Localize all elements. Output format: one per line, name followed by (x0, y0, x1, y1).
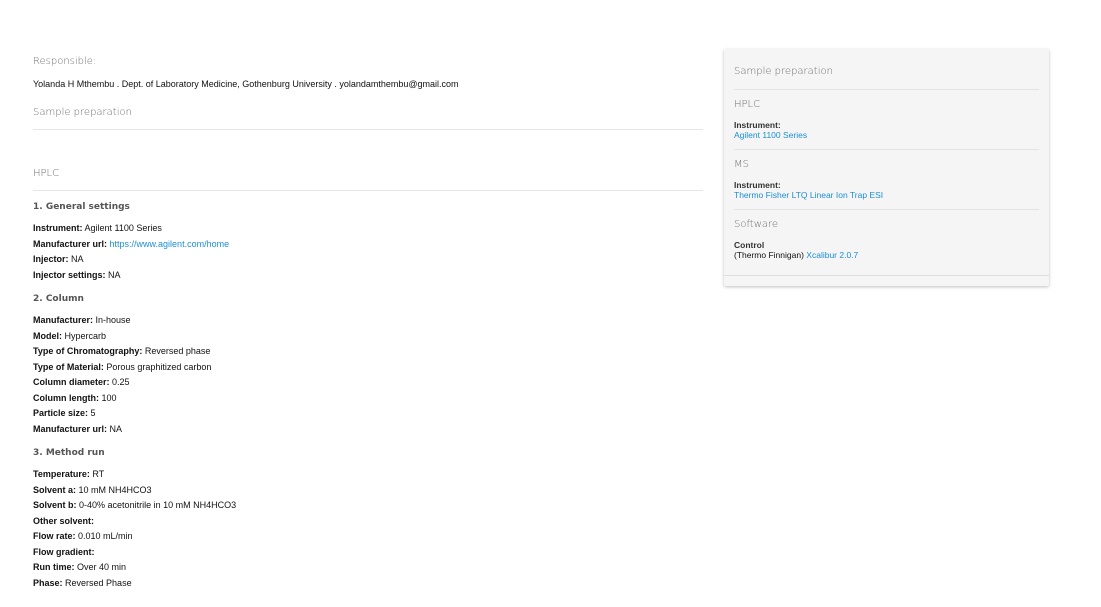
responsible-label: Responsible: (33, 56, 97, 67)
divider (33, 129, 703, 130)
field-label: Solvent a: (33, 484, 77, 495)
general-settings-title: 1. General settings (33, 202, 130, 212)
software-link[interactable]: Xcalibur 2.0.7 (806, 250, 858, 260)
field-label: Temperature: (33, 469, 90, 479)
sidebar-ms-heading: MS (734, 159, 749, 170)
field-label: Other solvent: (33, 515, 95, 526)
sample-preparation-heading: Sample preparation (33, 107, 132, 118)
field-particle-size: Particle size: 5 (33, 406, 703, 422)
responsible-text: Yolanda H Mthembu . Dept. of Laboratory … (33, 79, 459, 89)
field-chromatography-type: Type of Chromatography: Reversed phase (33, 344, 703, 360)
field-column-model: Model: Hypercarb (33, 329, 703, 345)
field-injector: Injector: NA (33, 252, 703, 268)
main-content: Responsible: Yolanda H Mthembu . Dept. o… (33, 55, 703, 591)
sidebar-ms-instrument-label: Instrument: (734, 180, 781, 190)
field-value: Reversed Phase (65, 577, 132, 588)
field-solvent-a: Solvent a: 10 mM NH4HCO3 (33, 483, 703, 499)
field-label: Column length: (33, 392, 99, 403)
divider (734, 89, 1039, 90)
field-label: Manufacturer url: (33, 238, 108, 249)
field-label: Run time: (33, 562, 75, 572)
field-flow-rate: Flow rate: 0.010 mL/min (33, 529, 703, 545)
field-label: Column diameter: (33, 377, 110, 387)
field-value: NA (71, 254, 84, 264)
field-value: NA (108, 269, 121, 280)
column-title: 2. Column (33, 294, 84, 304)
control-prefix: (Thermo Finnigan) (734, 250, 804, 260)
sidebar-hplc-instrument-label: Instrument: (734, 120, 781, 130)
field-value: Over 40 min (77, 562, 127, 572)
field-flow-gradient: Flow gradient: (33, 545, 703, 561)
field-value: In-house (95, 315, 131, 325)
manufacturer-url-link[interactable]: https://www.agilent.com/home (110, 239, 230, 249)
field-value: Reversed phase (144, 346, 211, 356)
field-label: Solvent b: (33, 500, 77, 510)
field-label: Type of Material: (33, 361, 104, 372)
sidebar-control: (Thermo Finnigan) Xcalibur 2.0.7 (734, 250, 1039, 260)
field-value: 100 (101, 392, 117, 403)
divider (734, 209, 1039, 210)
general-settings-fields: Instrument: Agilent 1100 Series Manufact… (33, 221, 703, 283)
field-other-solvent: Other solvent: (33, 514, 703, 530)
method-run-title: 3. Method run (33, 448, 105, 458)
field-label: Model: (33, 330, 62, 341)
method-run-fields: Temperature: RT Solvent a: 10 mM NH4HCO3… (33, 467, 703, 591)
field-value: 0-40% acetonitrile in 10 mM NH4HCO3 (79, 500, 237, 510)
field-instrument: Instrument: Agilent 1100 Series (33, 221, 703, 237)
field-material-type: Type of Material: Porous graphitized car… (33, 360, 703, 376)
field-column-length: Column length: 100 (33, 391, 703, 407)
field-label: Manufacturer url: (33, 423, 108, 434)
field-value: 5 (90, 408, 96, 418)
divider (734, 149, 1039, 150)
page: Responsible: Yolanda H Mthembu . Dept. o… (0, 0, 1101, 607)
field-label: Manufacturer: (33, 315, 94, 325)
field-value: Porous graphitized carbon (106, 361, 212, 372)
ms-instrument-link[interactable]: Thermo Fisher LTQ Linear Ion Trap ESI (734, 190, 883, 200)
field-value: 0.010 mL/min (78, 531, 133, 541)
field-column-diameter: Column diameter: 0.25 (33, 375, 703, 391)
field-value: Agilent 1100 Series (84, 223, 162, 233)
sidebar-hplc-instrument: Agilent 1100 Series (734, 130, 1039, 140)
field-label: Phase: (33, 577, 63, 588)
field-label: Injector: (33, 254, 69, 264)
hplc-instrument-link[interactable]: Agilent 1100 Series (734, 130, 807, 140)
field-solvent-b: Solvent b: 0-40% acetonitrile in 10 mM N… (33, 498, 703, 514)
field-value: RT (92, 469, 105, 479)
field-label: Instrument: (33, 223, 83, 233)
field-manufacturer-url: Manufacturer url: https://www.agilent.co… (33, 237, 703, 253)
field-temperature: Temperature: RT (33, 467, 703, 483)
divider (33, 190, 703, 191)
field-phase: Phase: Reversed Phase (33, 576, 703, 592)
field-label: Type of Chromatography: (33, 346, 143, 356)
sidebar-software-heading: Software (734, 219, 779, 230)
field-value: Hypercarb (64, 330, 107, 341)
field-label: Particle size: (33, 408, 89, 418)
field-column-manufacturer-url: Manufacturer url: NA (33, 422, 703, 438)
sidebar-ms-instrument: Thermo Fisher LTQ Linear Ion Trap ESI (734, 190, 1039, 200)
sidebar-summary-panel: Sample preparation HPLC Instrument: Agil… (724, 49, 1049, 286)
sidebar-hplc-heading: HPLC (734, 99, 761, 110)
field-value: 0.25 (112, 377, 130, 387)
sidebar-title: Sample preparation (734, 66, 833, 77)
field-run-time: Run time: Over 40 min (33, 560, 703, 576)
divider (724, 275, 1049, 276)
field-label: Flow rate: (33, 531, 76, 541)
field-label: Flow gradient: (33, 546, 95, 557)
sidebar-inner: Sample preparation HPLC Instrument: Agil… (734, 49, 1039, 260)
field-value: NA (109, 423, 123, 434)
column-fields: Manufacturer: In-house Model: Hypercarb … (33, 313, 703, 437)
field-column-manufacturer: Manufacturer: In-house (33, 313, 703, 329)
field-label: Injector settings: (33, 269, 106, 280)
hplc-heading: HPLC (33, 168, 60, 179)
sidebar-control-label: Control (734, 240, 765, 250)
field-injector-settings: Injector settings: NA (33, 268, 703, 284)
field-value: 10 mM NH4HCO3 (78, 484, 152, 495)
